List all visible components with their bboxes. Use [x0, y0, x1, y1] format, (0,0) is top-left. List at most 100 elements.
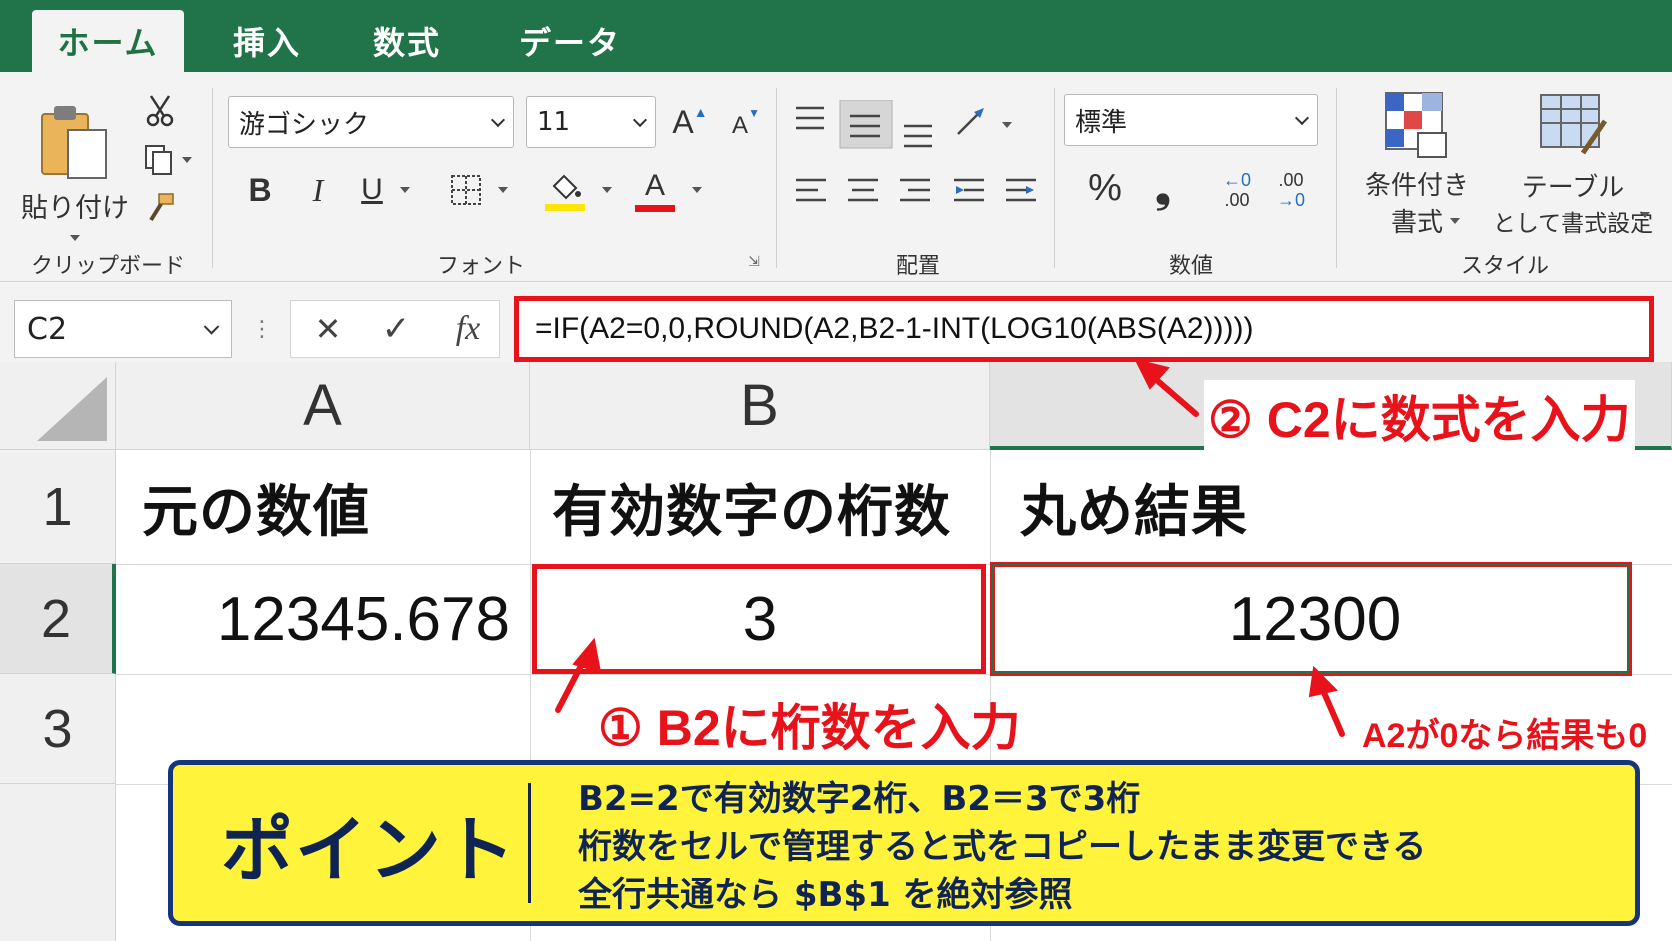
tab-formulas[interactable]: 数式 [352, 10, 462, 72]
cell-a1[interactable]: 元の数値 [142, 450, 370, 564]
select-all-button[interactable] [0, 362, 116, 450]
grow-font-icon: A [672, 103, 694, 140]
ribbon-tab-bar: ホーム 挿入 数式 データ [0, 0, 1672, 72]
formula-bar-grip-icon[interactable]: ⋮ [250, 312, 274, 346]
conditional-formatting-label-1: 条件付き [1364, 171, 1469, 201]
chevron-down-icon [632, 112, 648, 128]
copy-icon [145, 145, 172, 175]
row-header-2[interactable]: 2 [0, 564, 116, 674]
number-format-select[interactable]: 標準 [1064, 94, 1318, 146]
format-painter-button[interactable] [140, 188, 180, 228]
chevron-down-icon [490, 112, 506, 128]
borders-dropdown-icon [498, 187, 508, 193]
font-color-swatch [635, 204, 675, 212]
step1-callout: ① B2に桁数を入力 [598, 700, 1021, 756]
conditional-formatting-label-2: 書式 [1390, 208, 1443, 238]
select-all-triangle-icon [37, 377, 107, 441]
tab-data[interactable]: データ [500, 10, 640, 72]
enter-button[interactable]: ✓ [370, 306, 422, 352]
format-as-table-icon [1540, 93, 1608, 154]
font-color-dropdown-icon [692, 187, 702, 193]
shrink-font-button[interactable]: A ▼ [726, 106, 766, 146]
copy-dropdown-icon [182, 157, 192, 163]
font-color-icon: A [644, 168, 665, 202]
b2-highlight-box [532, 564, 986, 674]
paste-dropdown-icon [70, 234, 80, 241]
borders-icon [451, 175, 481, 205]
ribbon-separator [776, 88, 777, 268]
decrease-decimal-button[interactable]: .00 →0 [1266, 164, 1316, 216]
conditional-formatting-icon [1385, 92, 1447, 158]
increase-decimal-digits: .00 [1224, 190, 1250, 210]
underline-dropdown-icon [400, 187, 410, 193]
increase-decimal-icon: ←0 [1222, 170, 1251, 190]
cancel-button[interactable]: ✕ [302, 306, 354, 352]
caret-up-icon: ▲ [693, 104, 708, 120]
column-header-b[interactable]: B [530, 362, 990, 450]
styles-group-label: スタイル [1460, 254, 1549, 279]
paste-button[interactable]: 貼り付け [20, 86, 130, 254]
decrease-decimal-icon: →0 [1276, 190, 1305, 210]
fill-color-button[interactable] [542, 166, 588, 216]
fill-color-swatch [545, 203, 585, 211]
row-header-1[interactable]: 1 [0, 450, 116, 564]
formula-text: =IF(A2=0,0,ROUND(A2,B2-1-INT(LOG10(ABS(A… [535, 312, 1254, 345]
tab-insert[interactable]: 挿入 [212, 10, 322, 72]
font-group-label: フォント [436, 254, 525, 279]
chevron-down-icon [1294, 110, 1310, 126]
row-header-4[interactable] [0, 784, 116, 941]
name-box-value: C2 [27, 311, 68, 347]
formula-input[interactable]: =IF(A2=0,0,ROUND(A2,B2-1-INT(LOG10(ABS(A… [514, 296, 1654, 362]
row-header-3[interactable]: 3 [0, 674, 116, 784]
copy-button[interactable] [140, 140, 196, 180]
name-box[interactable]: C2 [14, 300, 232, 358]
format-painter-icon [149, 193, 174, 222]
point-line-2: 桁数をセルで管理すると式をコピーしたまま変更できる [578, 827, 1427, 867]
cut-button[interactable] [140, 90, 180, 130]
fill-color-dropdown-icon [602, 187, 612, 193]
format-as-table-label-1: テーブル [1521, 172, 1625, 203]
caret-down-icon: ▼ [748, 106, 760, 120]
point-box: ポイント B2=2で有効数字2桁、B2＝3で3桁 桁数をセルで管理すると式をコピ… [168, 760, 1640, 926]
font-size-select[interactable]: 11 [526, 96, 656, 148]
ribbon-separator [1336, 88, 1337, 268]
paste-label: 貼り付け [21, 192, 129, 224]
column-header-a[interactable]: A [116, 362, 530, 450]
chevron-down-icon [203, 319, 220, 335]
ribbon-separator [212, 88, 213, 268]
font-color-button[interactable]: A [632, 166, 678, 216]
tab-home[interactable]: ホーム [32, 10, 184, 72]
scissors-icon [146, 95, 174, 127]
insert-function-button[interactable]: fx [440, 306, 496, 352]
borders-button[interactable] [446, 168, 486, 212]
point-divider [528, 783, 531, 903]
percent-style-button[interactable]: % [1080, 164, 1130, 212]
alignment-group-label: 配置 [895, 254, 940, 279]
point-line-3: 全行共通なら $B$1 を絶対参照 [578, 875, 1073, 915]
cell-b1[interactable]: 有効数字の桁数 [552, 450, 951, 564]
font-size-value: 11 [537, 107, 571, 137]
font-dialog-launcher-icon[interactable]: ⇲ [744, 252, 764, 272]
point-title: ポイント [221, 807, 518, 892]
grow-font-button[interactable]: A ▲ [670, 100, 710, 144]
zero-note-callout: A2が0なら結果も0 [1362, 717, 1648, 755]
alignment-buttons[interactable] [790, 100, 1050, 220]
cell-c1[interactable]: 丸め結果 [1020, 450, 1248, 564]
paste-icon [41, 105, 107, 179]
cell-a2[interactable]: 12345.678 [116, 564, 510, 674]
step2-callout: ② C2に数式を入力 [1204, 380, 1635, 452]
format-as-table-label-2: として書式設定 [1492, 210, 1654, 237]
bold-button[interactable]: B [240, 168, 280, 212]
format-as-table-button[interactable]: テーブル として書式設定 [1488, 86, 1658, 242]
increase-decimal-button[interactable]: ←0 .00 [1212, 164, 1262, 216]
clipboard-group-label: クリップボード [30, 254, 185, 279]
font-name-select[interactable]: 游ゴシック [228, 96, 514, 148]
conditional-formatting-button[interactable]: 条件付き 書式 [1352, 86, 1482, 242]
italic-button[interactable]: I [298, 168, 338, 212]
format-as-table-dropdown-icon [1640, 212, 1650, 218]
comma-style-button[interactable]: ❟ [1140, 164, 1186, 212]
decrease-decimal-digits: .00 [1278, 170, 1304, 190]
underline-button[interactable]: U [352, 168, 392, 212]
conditional-formatting-dropdown-icon [1450, 218, 1460, 224]
number-format-value: 標準 [1075, 107, 1128, 138]
